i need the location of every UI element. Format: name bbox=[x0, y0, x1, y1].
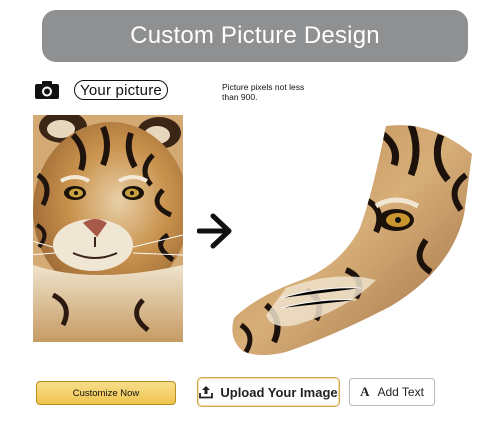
add-text-button[interactable]: A Add Text bbox=[349, 378, 435, 406]
your-picture-label: Your picture bbox=[74, 80, 168, 100]
text-A-icon: A bbox=[360, 384, 370, 399]
arm-sleeve-preview bbox=[232, 125, 473, 355]
picture-requirement-note: Picture pixels not less than 900. bbox=[222, 82, 305, 102]
customize-now-button[interactable]: Customize Now bbox=[36, 381, 176, 405]
upload-image-button[interactable]: Upload Your Image bbox=[197, 377, 340, 407]
camera-icon bbox=[35, 81, 59, 99]
upload-icon bbox=[199, 386, 214, 399]
page-title: Custom Picture Design bbox=[130, 22, 380, 49]
upload-image-label: Upload Your Image bbox=[220, 384, 338, 400]
tiger-photo bbox=[33, 115, 183, 342]
your-picture-text: Your picture bbox=[80, 81, 162, 99]
header-banner: Custom Picture Design bbox=[42, 10, 468, 62]
add-text-label: Add Text bbox=[377, 385, 424, 399]
customize-now-label: Customize Now bbox=[72, 387, 140, 399]
